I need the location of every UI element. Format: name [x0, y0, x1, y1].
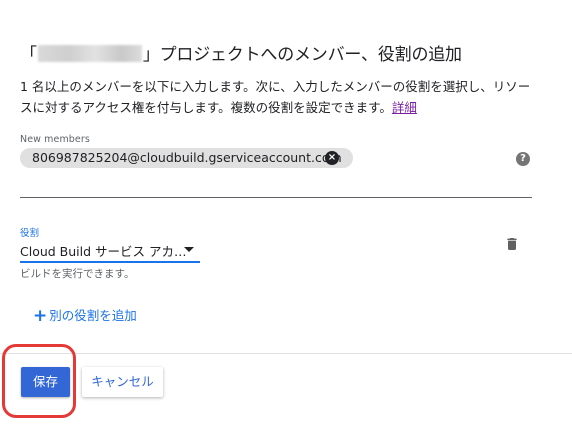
add-role-label: 別の役割を追加 — [49, 308, 137, 323]
role-select-underline — [20, 261, 200, 263]
redacted-project-name — [37, 45, 142, 62]
role-label: 役割 — [20, 228, 40, 239]
title-text: 」プロジェクトへのメンバー、役割の追加 — [142, 45, 462, 65]
plus-icon: + — [33, 306, 48, 326]
member-chip-email: 806987825204@cloudbuild.gserviceaccount.… — [32, 150, 342, 165]
details-link[interactable]: 詳細 — [392, 100, 417, 115]
close-circle-icon[interactable]: × — [325, 151, 339, 165]
page-title: 「 」プロジェクトへのメンバー、役割の追加 — [20, 43, 462, 67]
title-open-bracket: 「 — [20, 45, 37, 65]
role-hint: ビルドを実行できます。 — [20, 268, 135, 280]
add-members-dialog: 「 」プロジェクトへのメンバー、役割の追加 1 名以上のメンバーを以下に入力します… — [0, 0, 572, 442]
dropdown-arrow-icon — [184, 247, 194, 252]
trash-icon[interactable] — [504, 236, 520, 252]
description-text: 1 名以上のメンバーを以下に入力します。次に、入力したメンバーの役割を選択し、リ… — [20, 79, 531, 115]
cancel-button[interactable]: キャンセル — [82, 367, 163, 397]
new-members-label: New members — [20, 134, 90, 145]
members-input-underline[interactable] — [20, 197, 532, 198]
member-chip[interactable]: 806987825204@cloudbuild.gserviceaccount.… — [20, 148, 353, 168]
role-select[interactable]: Cloud Build サービス アカ… — [20, 239, 200, 263]
highlight-annotation — [2, 344, 76, 418]
description: 1 名以上のメンバーを以下に入力します。次に、入力したメンバーの役割を選択し、リ… — [20, 76, 540, 118]
footer-divider — [0, 353, 572, 354]
help-circle-icon[interactable]: ? — [516, 152, 530, 166]
role-select-value: Cloud Build サービス アカ… — [20, 244, 187, 259]
add-role-button[interactable]: + 別の役割を追加 — [33, 305, 137, 326]
